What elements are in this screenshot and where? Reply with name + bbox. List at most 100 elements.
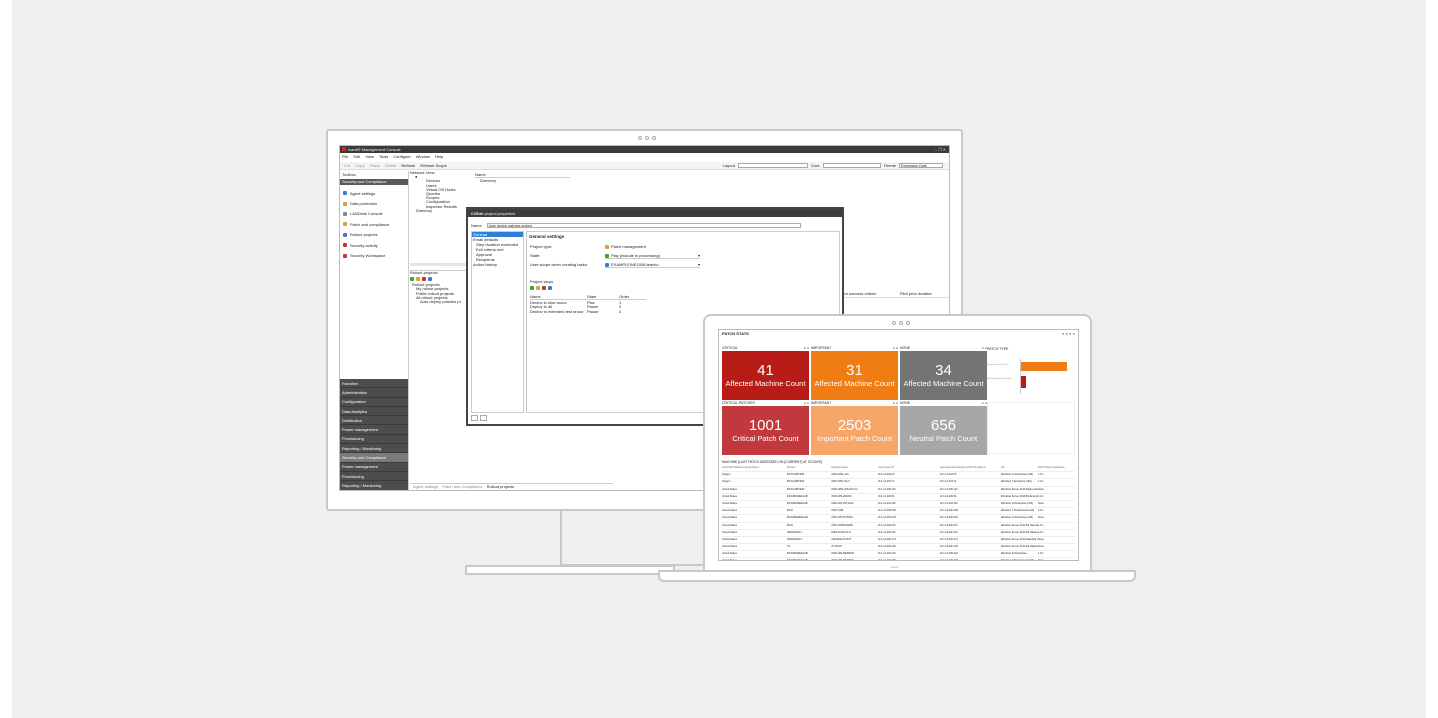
nav-item[interactable]: Distribution [340, 416, 408, 426]
state-row: State: Play (include in processing) ▾ [530, 253, 700, 259]
table-row[interactable]: United States IT1 ITI-DUOT 10.1.14.200.193 1… [722, 544, 1075, 552]
refresh-step-icon[interactable] [548, 286, 552, 290]
table-row[interactable]: United States ORANGE\IT1 DWS-DUX2U3-D 10.1.… [722, 530, 1075, 537]
table-row[interactable]: United States INFOMA\MEDLAB INFO-WS-VM-VA1… [722, 501, 1075, 509]
name-input[interactable]: Auto deploy patches project [486, 223, 801, 228]
activity-icon [343, 243, 347, 248]
table-row[interactable]: United States INFOMA\MEDLAB INFO-WS-MEDSNR… [722, 551, 1075, 559]
paste-button[interactable]: Paste [370, 163, 380, 168]
nav-item[interactable]: Reporting / Monitoring [340, 444, 408, 454]
patch-type-bar[interactable] [1021, 376, 1026, 388]
toolbox-item[interactable]: Data protection [343, 198, 389, 208]
table-row[interactable]: United States INFOMA\MEDLAB INFO-WS-MEDSNS… [722, 558, 1075, 561]
delete-step-icon[interactable] [542, 286, 546, 290]
refresh-icon[interactable] [428, 277, 432, 282]
menu-tools[interactable]: Tools [379, 154, 388, 161]
name-column-item[interactable]: Directory [475, 178, 570, 183]
table-row[interactable]: Oregon INFOLAB\TEST INFO-WS1-NLH 10.1.14.20… [722, 479, 1075, 487]
steps-col-order[interactable]: Order [619, 294, 644, 298]
toolbox-item[interactable]: Security activity [343, 240, 389, 250]
table-cell: ORANGE\IT1 [786, 530, 803, 534]
pilot-success-header[interactable]: Pilot success criteria [840, 291, 876, 296]
footer-button[interactable] [480, 415, 487, 421]
table-cell: 10.1.14.200.174 [877, 537, 896, 541]
pilot-prior-header[interactable]: Pilot prior duration [900, 291, 932, 296]
table-row[interactable]: Oregon INFOLAB\TEST INFO-WS1-144 10.1.14.20… [722, 472, 1075, 480]
table-cell: INFO-WS1-144 [831, 473, 849, 477]
toolbox-item[interactable]: Security Workspace [343, 250, 389, 260]
menu-edit[interactable]: Edit [353, 154, 360, 161]
table-cell: United States [722, 559, 738, 561]
steps-col-name[interactable]: Name [530, 294, 587, 298]
nav-item[interactable]: Administration [340, 388, 408, 398]
menu-view[interactable]: View [365, 154, 374, 161]
table-row[interactable]: United States INFOLAB\TEST INFO-WS1-WS-DUT… [722, 487, 1075, 494]
table-row[interactable]: United States INFO INFO-VM5 10.1.14.200.209… [722, 508, 1075, 516]
table-header-cell[interactable]: Patch Scan Compliance [1038, 465, 1075, 471]
core-select[interactable] [822, 163, 881, 168]
nav-item[interactable]: Provisioning [340, 434, 408, 445]
table-header-cell[interactable]: Last Assessed Machine Patch IP Address [940, 465, 1001, 471]
steps-toolbar [530, 286, 552, 290]
toolbox-item[interactable]: Agent settings [343, 188, 389, 198]
table-cell: ORANGE\IT1 [786, 537, 803, 541]
delete-icon[interactable] [422, 277, 426, 282]
toolbox-item[interactable]: Patch and compliance [343, 219, 389, 229]
toolbox-section-header[interactable]: Security and Compliance [340, 179, 408, 185]
user-scope-dropdown[interactable]: EXAMPLE\NE1008.teacho ▾ [605, 262, 700, 268]
theme-select[interactable]: Expression Dark [899, 163, 943, 168]
table-row[interactable]: United States INFOMA\MEDLAB INFO-WS-2DMX8 1… [722, 494, 1075, 501]
tab-agent-settings[interactable]: Agent settings [413, 484, 438, 490]
dashboard-actions[interactable]: ● ● ● ● [1062, 331, 1075, 336]
layout-select[interactable] [737, 163, 808, 168]
menu-configure[interactable]: Configure [393, 154, 410, 161]
menu-window[interactable]: Window [416, 154, 430, 161]
nav-item[interactable]: Data Analytics [340, 406, 408, 417]
toolbox-item-label: Rollout projects [350, 232, 378, 238]
nav-item[interactable]: Configuration [340, 397, 408, 407]
table-row[interactable]: United States INFOMA\MEDLAB INFO-WS-W7X64A… [722, 515, 1075, 523]
toolbox-item-label: Security Workspace [350, 253, 386, 259]
nav-item[interactable]: Reporting / Monitoring [340, 481, 408, 490]
copy-button[interactable]: Copy [355, 163, 364, 168]
table-header-cell[interactable]: Last Patch Machine Group Name [722, 465, 787, 471]
machine-table: MACHINE (LAST PATCH ASSESSED ON [CURRENT… [722, 460, 1075, 560]
table-header-cell[interactable]: Domain [787, 465, 831, 471]
tab-patch-compliance[interactable]: Patch and Compliance [442, 484, 482, 490]
delete-button[interactable]: Delete [385, 163, 397, 168]
table-header-cell[interactable]: Last Known IP [878, 465, 940, 471]
edit-step-icon[interactable] [536, 286, 540, 290]
state-dropdown[interactable]: Play (include in processing) ▾ [605, 253, 700, 259]
cut-button[interactable]: Cut [344, 163, 350, 168]
nav-item[interactable]: Power management [340, 425, 408, 435]
menu-help[interactable]: Help [435, 154, 443, 161]
edit-icon[interactable] [416, 277, 420, 282]
step-row[interactable]: Deploy to extended test group Pause 3 [530, 309, 646, 313]
patch-type-bar[interactable] [1021, 362, 1067, 371]
refresh-scope-button[interactable]: Refresh Scope [420, 163, 446, 168]
menu-file[interactable]: File [342, 154, 348, 161]
dialog-window-controls[interactable]: – ❐ ✕ [471, 211, 839, 216]
toolbox-item[interactable]: Rollout projects [343, 230, 389, 240]
table-cell: INFOMA\MEDLAB [786, 552, 808, 556]
toolbox-item[interactable]: LANDesk Console [343, 209, 389, 219]
nav-item[interactable]: Power management [340, 462, 408, 472]
add-step-icon[interactable] [530, 286, 534, 290]
refresh-button[interactable]: Refresh [401, 163, 415, 168]
add-icon[interactable] [410, 277, 414, 282]
horizontal-scrollbar[interactable] [410, 263, 472, 266]
table-row[interactable]: United States INFO INFO-WS8X64WIN 10.1.14.2… [722, 523, 1075, 530]
table-cell: 10.1.14.200.54 [939, 494, 957, 498]
table-row[interactable]: United States ORANGE\IT1 ORANGE-DUX4T 10.1.… [722, 537, 1075, 545]
window-controls[interactable]: – ❐ ✕ [935, 147, 946, 152]
nav-item[interactable]: Favorites [340, 379, 408, 389]
network-view-item[interactable]: Directory [410, 209, 472, 213]
nav-item[interactable]: Provisioning [340, 471, 408, 482]
nav-item[interactable]: Security and Compliance [340, 453, 408, 463]
steps-col-state[interactable]: State [587, 294, 619, 298]
table-header-cell[interactable]: Machine Name [831, 465, 877, 471]
tab-rollout-projects[interactable]: Rollout projects [487, 484, 515, 490]
table-header-cell[interactable]: OS [1001, 465, 1038, 471]
footer-button[interactable] [471, 415, 478, 421]
dialog-nav-item[interactable]: Action history [472, 262, 523, 267]
